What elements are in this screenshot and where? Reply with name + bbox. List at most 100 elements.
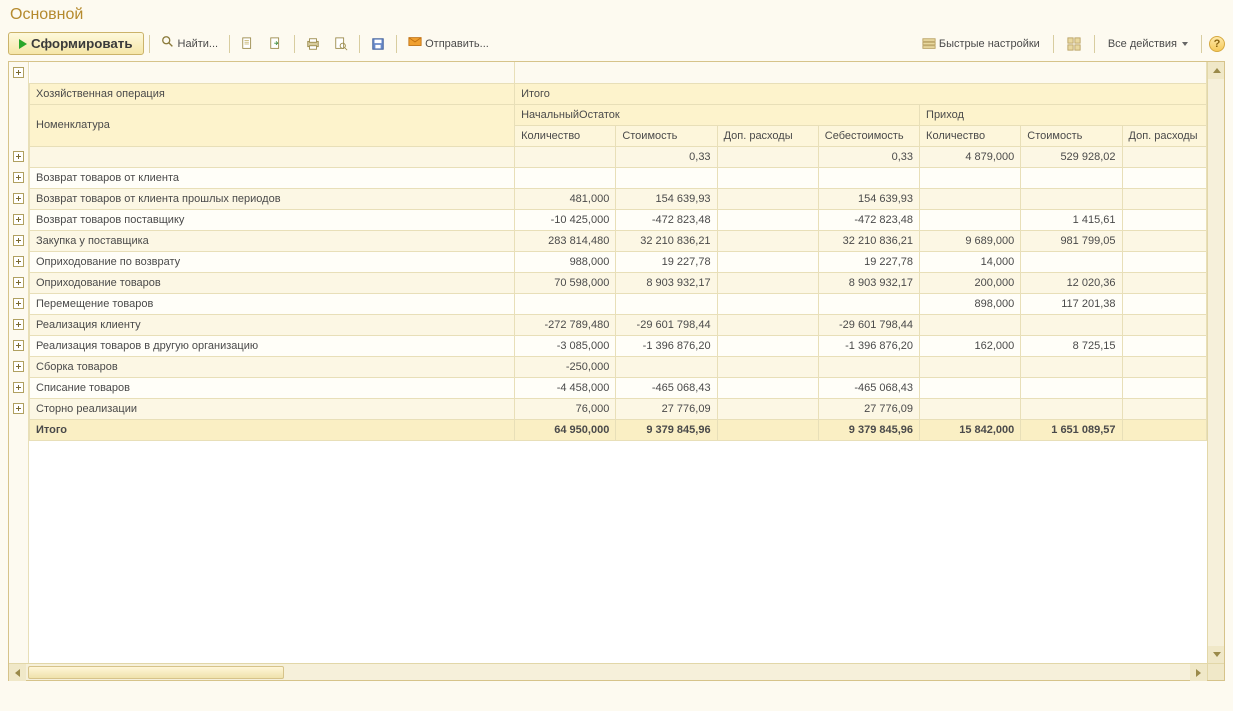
arrow-up-icon — [1213, 68, 1221, 73]
table-row[interactable]: Возврат товаров поставщику-10 425,000-47… — [30, 209, 1207, 230]
cell — [515, 293, 616, 314]
cell: -250,000 — [515, 356, 616, 377]
cell: 988,000 — [515, 251, 616, 272]
table-row[interactable]: Оприходование товаров70 598,0008 903 932… — [30, 272, 1207, 293]
header-nomenclature: Номенклатура — [30, 104, 515, 146]
expand-row-button[interactable] — [13, 403, 24, 414]
help-button[interactable]: ? — [1209, 36, 1225, 52]
cell — [818, 293, 919, 314]
all-actions-button[interactable]: Все действия — [1102, 35, 1194, 53]
print-preview-button[interactable] — [328, 34, 354, 54]
cell — [920, 398, 1021, 419]
cell — [717, 356, 818, 377]
separator — [396, 35, 397, 53]
cell — [616, 167, 717, 188]
expand-row-button[interactable] — [13, 298, 24, 309]
save-button[interactable] — [365, 34, 391, 54]
total-label: Итого — [30, 419, 515, 440]
table-row[interactable]: Реализация клиенту-272 789,480-29 601 79… — [30, 314, 1207, 335]
cell: 4 879,000 — [920, 146, 1021, 167]
cell — [1122, 398, 1207, 419]
report-grid[interactable]: Хозяйственная операция Итого Номенклатур… — [29, 62, 1207, 663]
cell: -472 823,48 — [616, 209, 717, 230]
row-label: Списание товаров — [30, 377, 515, 398]
table-row[interactable]: Возврат товаров от клиента прошлых перио… — [30, 188, 1207, 209]
table-row[interactable]: Реализация товаров в другую организацию-… — [30, 335, 1207, 356]
print-button[interactable] — [300, 34, 326, 54]
cell — [717, 167, 818, 188]
table-row[interactable]: Списание товаров-4 458,000-465 068,43-46… — [30, 377, 1207, 398]
cell — [920, 314, 1021, 335]
cell: 32 210 836,21 — [818, 230, 919, 251]
cell — [1021, 314, 1122, 335]
cell — [1122, 230, 1207, 251]
cell — [1021, 167, 1122, 188]
cell: 27 776,09 — [616, 398, 717, 419]
arrow-down-icon — [1213, 652, 1221, 657]
total-row: Итого 64 950,000 9 379 845,96 9 379 845,… — [30, 419, 1207, 440]
cell — [1122, 314, 1207, 335]
cell — [1122, 377, 1207, 398]
cell: 1 415,61 — [1021, 209, 1122, 230]
vertical-scrollbar[interactable] — [1207, 62, 1224, 663]
expand-row-button[interactable] — [13, 193, 24, 204]
document-export-icon — [269, 37, 283, 51]
cell: 154 639,93 — [818, 188, 919, 209]
send-button[interactable]: Отправить... — [402, 32, 495, 55]
expand-row-button[interactable] — [13, 340, 24, 351]
cell: -29 601 798,44 — [616, 314, 717, 335]
printer-icon — [306, 37, 320, 51]
table-row[interactable]: Сторно реализации76,00027 776,0927 776,0… — [30, 398, 1207, 419]
table-row[interactable]: 0,330,334 879,000529 928,02 — [30, 146, 1207, 167]
expand-row-button[interactable] — [13, 277, 24, 288]
table-row[interactable]: Сборка товаров-250,000 — [30, 356, 1207, 377]
find-button[interactable]: Найти... — [155, 32, 225, 55]
scroll-down-button[interactable] — [1208, 646, 1224, 663]
horizontal-scrollbar[interactable] — [9, 663, 1224, 680]
scroll-up-button[interactable] — [1208, 62, 1224, 79]
cell — [818, 356, 919, 377]
expand-row-button[interactable] — [13, 235, 24, 246]
find-label: Найти... — [178, 38, 219, 50]
scrollbar-thumb[interactable] — [28, 666, 284, 679]
cell — [1021, 377, 1122, 398]
grid-settings-button[interactable] — [1061, 34, 1087, 54]
settings-button-2[interactable] — [263, 34, 289, 54]
cell — [717, 230, 818, 251]
quick-settings-button[interactable]: Быстрые настройки — [916, 34, 1046, 54]
scrollbar-track[interactable] — [26, 664, 1190, 680]
expand-row-button[interactable] — [13, 172, 24, 183]
expand-row-button[interactable] — [13, 151, 24, 162]
expand-row-button[interactable] — [13, 214, 24, 225]
table-row[interactable]: Закупка у поставщика283 814,48032 210 83… — [30, 230, 1207, 251]
cell: -3 085,000 — [515, 335, 616, 356]
scroll-right-button[interactable] — [1190, 664, 1207, 681]
cell — [717, 188, 818, 209]
settings-button-1[interactable] — [235, 34, 261, 54]
header-selfcost: Себестоимость — [818, 125, 919, 146]
cell: -29 601 798,44 — [818, 314, 919, 335]
form-button-label: Сформировать — [31, 36, 133, 51]
cell — [1122, 251, 1207, 272]
cell — [1122, 146, 1207, 167]
expand-row-button[interactable] — [13, 361, 24, 372]
cell — [717, 314, 818, 335]
table-row[interactable]: Оприходование по возврату988,00019 227,7… — [30, 251, 1207, 272]
list-icon — [922, 37, 936, 51]
cell: 981 799,05 — [1021, 230, 1122, 251]
table-row[interactable]: Возврат товаров от клиента — [30, 167, 1207, 188]
expand-row-button[interactable] — [13, 382, 24, 393]
cell — [515, 167, 616, 188]
cell: 19 227,78 — [818, 251, 919, 272]
scroll-left-button[interactable] — [9, 664, 26, 681]
cell — [1122, 209, 1207, 230]
expand-all-button[interactable] — [13, 67, 24, 78]
cell: -465 068,43 — [616, 377, 717, 398]
form-button[interactable]: Сформировать — [8, 32, 144, 55]
cell — [1122, 188, 1207, 209]
cell: 200,000 — [920, 272, 1021, 293]
table-row[interactable]: Перемещение товаров898,000117 201,38 — [30, 293, 1207, 314]
expand-row-button[interactable] — [13, 319, 24, 330]
expand-row-button[interactable] — [13, 256, 24, 267]
cell — [717, 251, 818, 272]
